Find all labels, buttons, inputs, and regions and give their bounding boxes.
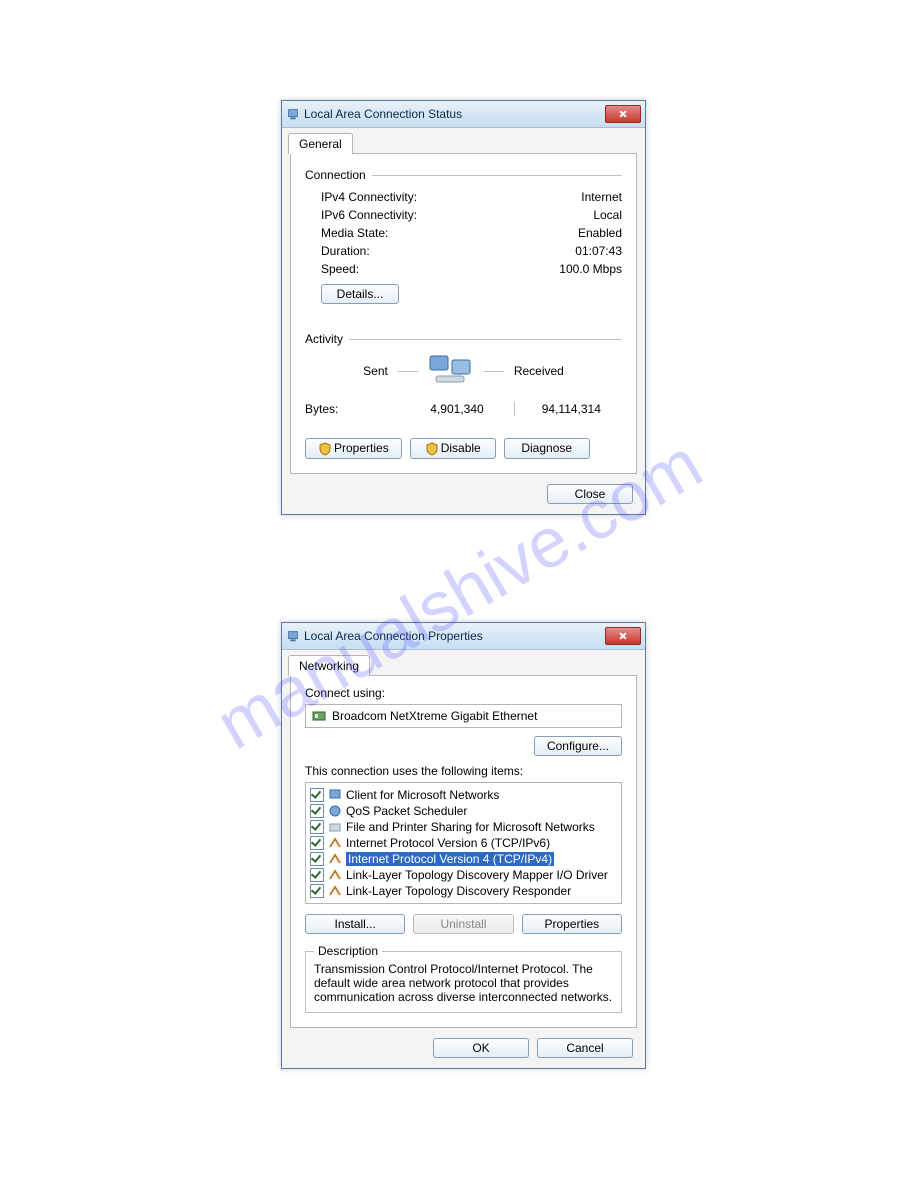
checkbox[interactable] bbox=[310, 868, 324, 882]
close-icon[interactable] bbox=[605, 105, 641, 123]
client-icon bbox=[328, 788, 342, 802]
connect-using-label: Connect using: bbox=[305, 686, 622, 700]
monitors-icon bbox=[428, 354, 474, 388]
status-title: Local Area Connection Status bbox=[304, 107, 462, 121]
details-button[interactable]: Details... bbox=[321, 284, 399, 304]
properties-dialog: Local Area Connection Properties Network… bbox=[281, 622, 646, 1069]
row-ipv6: IPv6 Connectivity:Local bbox=[305, 206, 622, 224]
row-speed: Speed:100.0 Mbps bbox=[305, 260, 622, 278]
description-text: Transmission Control Protocol/Internet P… bbox=[314, 962, 613, 1004]
connection-group: Connection bbox=[305, 168, 622, 182]
description-group: Description Transmission Control Protoco… bbox=[305, 944, 622, 1013]
activity-label: Activity bbox=[305, 332, 343, 346]
protocol-icon bbox=[328, 884, 342, 898]
disable-button[interactable]: Disable bbox=[410, 438, 496, 459]
properties-button[interactable]: Properties bbox=[305, 438, 402, 459]
ok-button[interactable]: OK bbox=[433, 1038, 529, 1058]
uninstall-button: Uninstall bbox=[413, 914, 513, 934]
nic-icon bbox=[312, 709, 326, 723]
connection-label: Connection bbox=[305, 168, 366, 182]
cancel-button[interactable]: Cancel bbox=[537, 1038, 633, 1058]
properties-title: Local Area Connection Properties bbox=[304, 629, 483, 643]
row-ipv4: IPv4 Connectivity:Internet bbox=[305, 188, 622, 206]
status-titlebar[interactable]: Local Area Connection Status bbox=[282, 101, 645, 128]
sent-label: Sent bbox=[363, 364, 388, 378]
configure-button[interactable]: Configure... bbox=[534, 736, 622, 756]
network-icon bbox=[286, 629, 300, 643]
checkbox[interactable] bbox=[310, 836, 324, 850]
item-properties-button[interactable]: Properties bbox=[522, 914, 622, 934]
service-icon bbox=[328, 820, 342, 834]
tab-general[interactable]: General bbox=[288, 133, 353, 154]
protocol-icon bbox=[328, 836, 342, 850]
tab-networking[interactable]: Networking bbox=[288, 655, 370, 676]
shield-icon bbox=[318, 442, 332, 456]
bytes-label: Bytes: bbox=[305, 402, 406, 416]
adapter-name: Broadcom NetXtreme Gigabit Ethernet bbox=[332, 709, 537, 723]
activity-group: Activity bbox=[305, 332, 622, 346]
list-item: QoS Packet Scheduler bbox=[308, 803, 619, 819]
components-list[interactable]: Client for Microsoft Networks QoS Packet… bbox=[305, 782, 622, 904]
list-item: Client for Microsoft Networks bbox=[308, 787, 619, 803]
list-item: Link-Layer Topology Discovery Mapper I/O… bbox=[308, 867, 619, 883]
bytes-received: 94,114,314 bbox=[521, 402, 622, 416]
status-dialog: Local Area Connection Status General Con… bbox=[281, 100, 646, 515]
checkbox[interactable] bbox=[310, 884, 324, 898]
network-icon bbox=[286, 107, 300, 121]
description-label: Description bbox=[314, 944, 382, 958]
row-duration: Duration:01:07:43 bbox=[305, 242, 622, 260]
shield-icon bbox=[425, 442, 439, 456]
service-icon bbox=[328, 804, 342, 818]
checkbox[interactable] bbox=[310, 788, 324, 802]
diagnose-button[interactable]: Diagnose bbox=[504, 438, 590, 459]
checkbox[interactable] bbox=[310, 852, 324, 866]
close-icon[interactable] bbox=[605, 627, 641, 645]
items-label: This connection uses the following items… bbox=[305, 764, 622, 778]
protocol-icon bbox=[328, 852, 342, 866]
list-item: Link-Layer Topology Discovery Responder bbox=[308, 883, 619, 899]
close-button[interactable]: Close bbox=[547, 484, 633, 504]
install-button[interactable]: Install... bbox=[305, 914, 405, 934]
adapter-field[interactable]: Broadcom NetXtreme Gigabit Ethernet bbox=[305, 704, 622, 728]
list-item: Internet Protocol Version 6 (TCP/IPv6) bbox=[308, 835, 619, 851]
list-item: File and Printer Sharing for Microsoft N… bbox=[308, 819, 619, 835]
checkbox[interactable] bbox=[310, 804, 324, 818]
checkbox[interactable] bbox=[310, 820, 324, 834]
properties-titlebar[interactable]: Local Area Connection Properties bbox=[282, 623, 645, 650]
bytes-sent: 4,901,340 bbox=[406, 402, 507, 416]
received-label: Received bbox=[514, 364, 564, 378]
list-item: Internet Protocol Version 4 (TCP/IPv4) bbox=[308, 851, 619, 867]
protocol-icon bbox=[328, 868, 342, 882]
row-media: Media State:Enabled bbox=[305, 224, 622, 242]
